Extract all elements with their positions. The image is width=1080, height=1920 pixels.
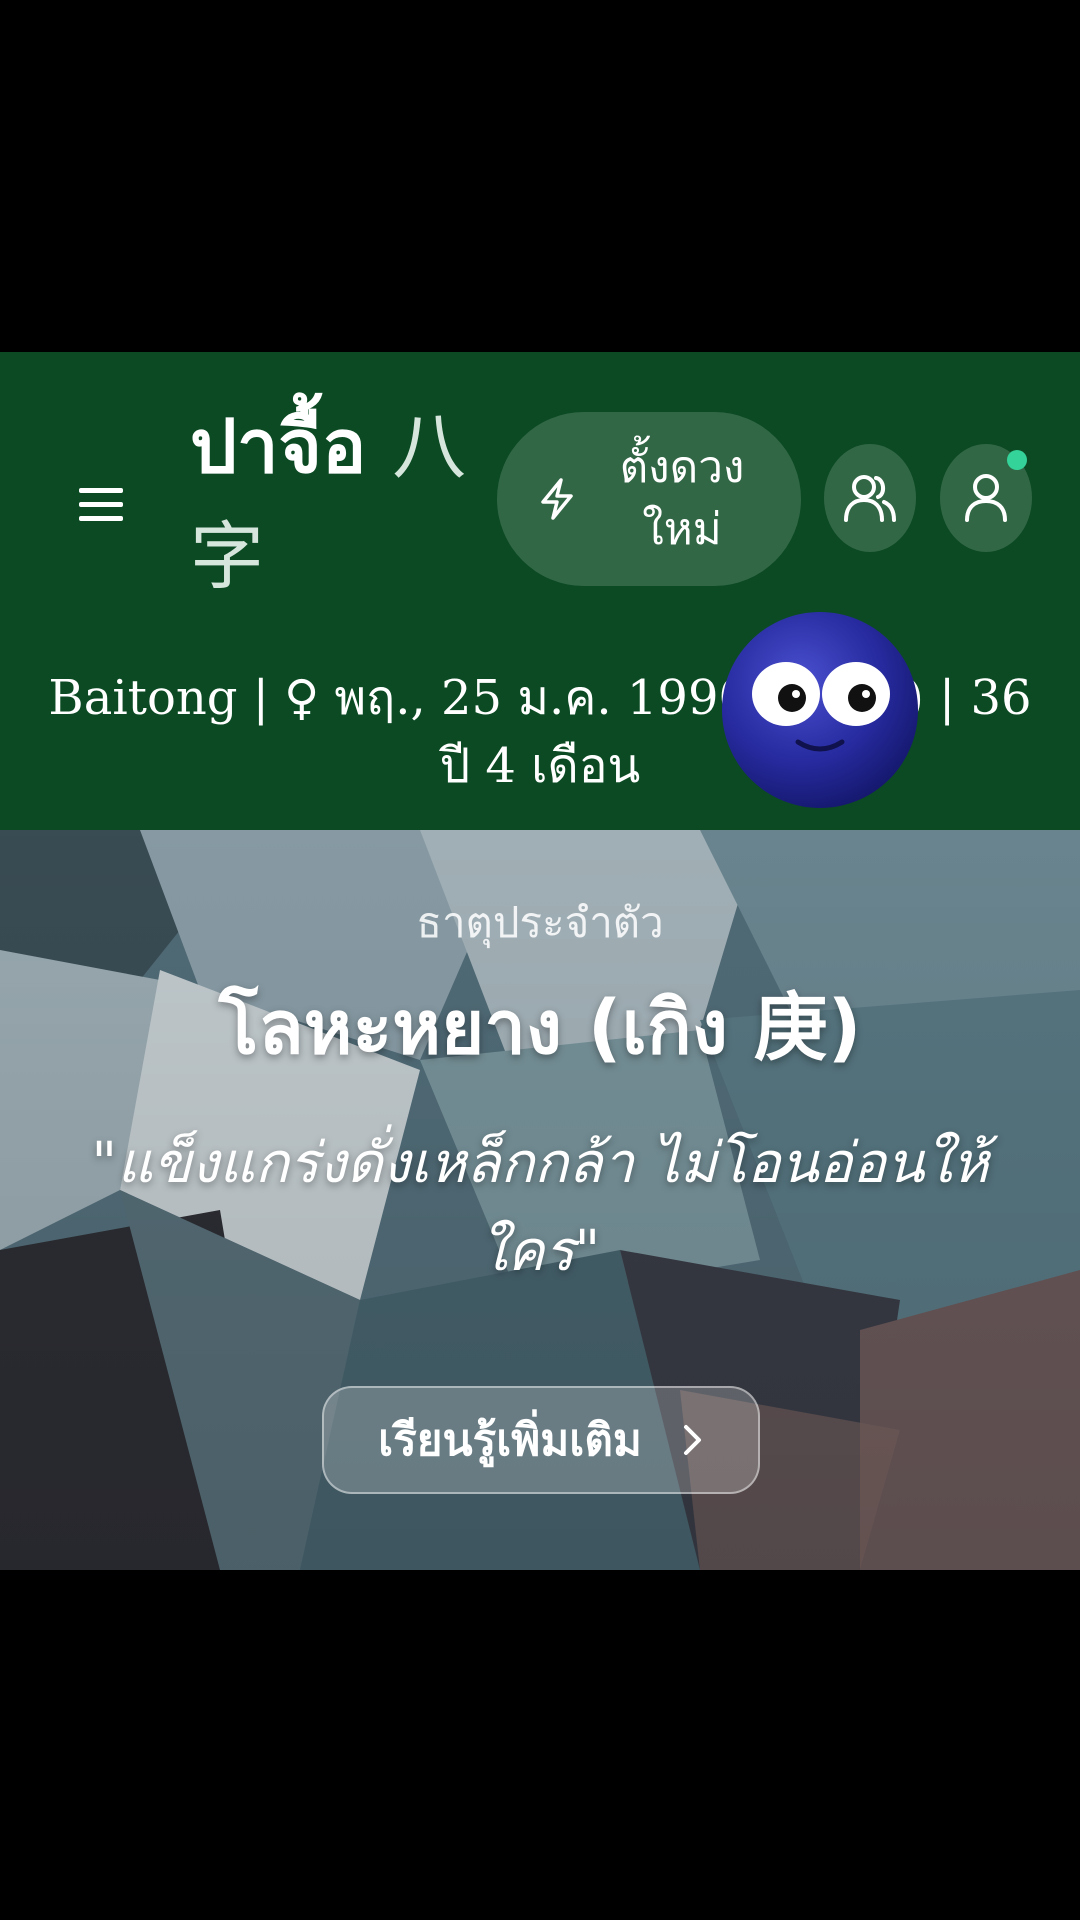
app-view: ปาจื้อ 八 字 ตั้งดวง ใหม่ Baitong | ♀ พฤ.,… bbox=[0, 352, 1080, 1570]
online-status-indicator bbox=[1007, 450, 1027, 470]
googly-face-emoji bbox=[722, 612, 918, 808]
element-hero-card: ธาตุประจำตัว โลหะหยาง (เกิง 庚) "แข็งแกร่… bbox=[0, 830, 1080, 1570]
menu-icon bbox=[79, 488, 123, 521]
new-chart-label: ตั้งดวง ใหม่ bbox=[597, 437, 767, 561]
menu-button[interactable] bbox=[70, 472, 134, 536]
element-quote: "แข็งแกร่งดั่งเหล็กกล้า ไม่โอนอ่อนให้ใคร… bbox=[91, 1131, 989, 1284]
app-header: ปาจื้อ 八 字 ตั้งดวง ใหม่ Baitong | ♀ พฤ.,… bbox=[0, 352, 1080, 830]
user-icon bbox=[965, 474, 1007, 522]
learn-more-label: เรียนรู้เพิ่มเติม bbox=[378, 1415, 642, 1466]
friends-button[interactable] bbox=[824, 444, 916, 552]
element-title: โลหะหยาง (เกิง 庚) bbox=[218, 985, 862, 1071]
brand-chinese-2: 字 bbox=[190, 514, 264, 600]
lightning-icon bbox=[527, 477, 587, 521]
screen: ปาจื้อ 八 字 ตั้งดวง ใหม่ Baitong | ♀ พฤ.,… bbox=[0, 0, 1080, 1920]
brand-thai: ปาจื้อ bbox=[190, 404, 367, 490]
new-chart-label-line2: ใหม่ bbox=[642, 504, 722, 555]
element-eyebrow: ธาตุประจำตัว bbox=[416, 898, 664, 947]
brand-chinese-1: 八 bbox=[392, 404, 467, 490]
new-chart-label-line1: ตั้งดวง bbox=[619, 442, 745, 493]
users-icon bbox=[844, 475, 896, 522]
chevron-right-icon bbox=[682, 1423, 704, 1457]
new-chart-button[interactable]: ตั้งดวง ใหม่ bbox=[497, 412, 801, 586]
learn-more-button[interactable]: เรียนรู้เพิ่มเติม bbox=[322, 1386, 760, 1494]
app-logo[interactable]: ปาจื้อ 八 字 bbox=[190, 392, 490, 612]
